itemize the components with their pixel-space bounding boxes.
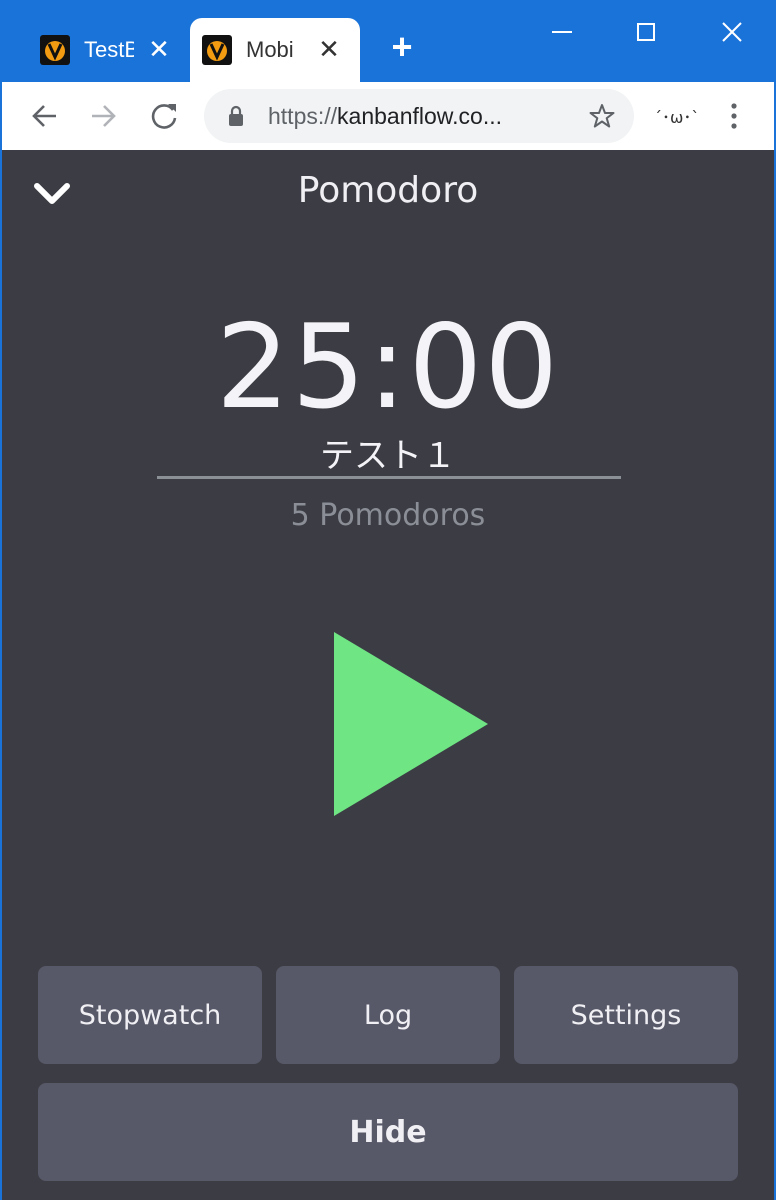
timer-display: 25:00 xyxy=(215,300,561,435)
favicon-icon xyxy=(40,35,70,65)
task-name: テスト１ xyxy=(320,436,456,476)
play-icon[interactable] xyxy=(330,630,490,820)
url-scheme: https:// xyxy=(268,103,338,129)
tab-strip: TestB ✕ Mobi ✕ + xyxy=(2,2,774,82)
url-text: https://kanbanflow.co... xyxy=(268,103,502,130)
tab-testb[interactable]: TestB ✕ xyxy=(28,18,188,82)
pomodoro-count: 5 Pomodoros xyxy=(290,498,486,533)
hide-button[interactable]: Hide xyxy=(38,1083,738,1181)
tab-mobile[interactable]: Mobi ✕ xyxy=(190,18,360,82)
close-icon[interactable]: ✕ xyxy=(316,36,342,62)
minimize-icon[interactable] xyxy=(542,12,582,52)
lock-icon xyxy=(229,105,243,126)
forward-icon[interactable] xyxy=(84,96,124,136)
menu-icon[interactable] xyxy=(724,100,744,132)
favicon-icon xyxy=(202,35,232,65)
reload-icon[interactable] xyxy=(144,96,184,136)
tab-title: TestB xyxy=(84,37,134,62)
pomodoro-panel: Pomodoro 25:00 テスト１ 5 Pomodoros Stopwatc… xyxy=(2,150,774,1200)
browser-toolbar: https://kanbanflow.co... ´･ω･` xyxy=(2,82,774,150)
extension-button[interactable]: ´･ω･` xyxy=(654,104,699,128)
divider xyxy=(157,476,621,479)
new-tab-icon[interactable]: + xyxy=(386,29,418,65)
settings-button[interactable]: Settings xyxy=(514,966,738,1064)
address-bar[interactable]: https://kanbanflow.co... xyxy=(204,89,634,143)
log-button[interactable]: Log xyxy=(276,966,500,1064)
maximize-icon[interactable] xyxy=(626,12,666,52)
panel-title: Pomodoro xyxy=(297,170,479,211)
star-icon[interactable] xyxy=(588,102,616,130)
window-close-icon[interactable] xyxy=(712,12,752,52)
back-icon[interactable] xyxy=(24,96,64,136)
url-host: kanbanflow.co... xyxy=(337,103,502,129)
tab-title: Mobi xyxy=(246,37,294,62)
browser-window: TestB ✕ Mobi ✕ + https://kanbanflow.co..… xyxy=(0,0,776,1200)
stopwatch-button[interactable]: Stopwatch xyxy=(38,966,262,1064)
close-icon[interactable]: ✕ xyxy=(146,36,172,62)
